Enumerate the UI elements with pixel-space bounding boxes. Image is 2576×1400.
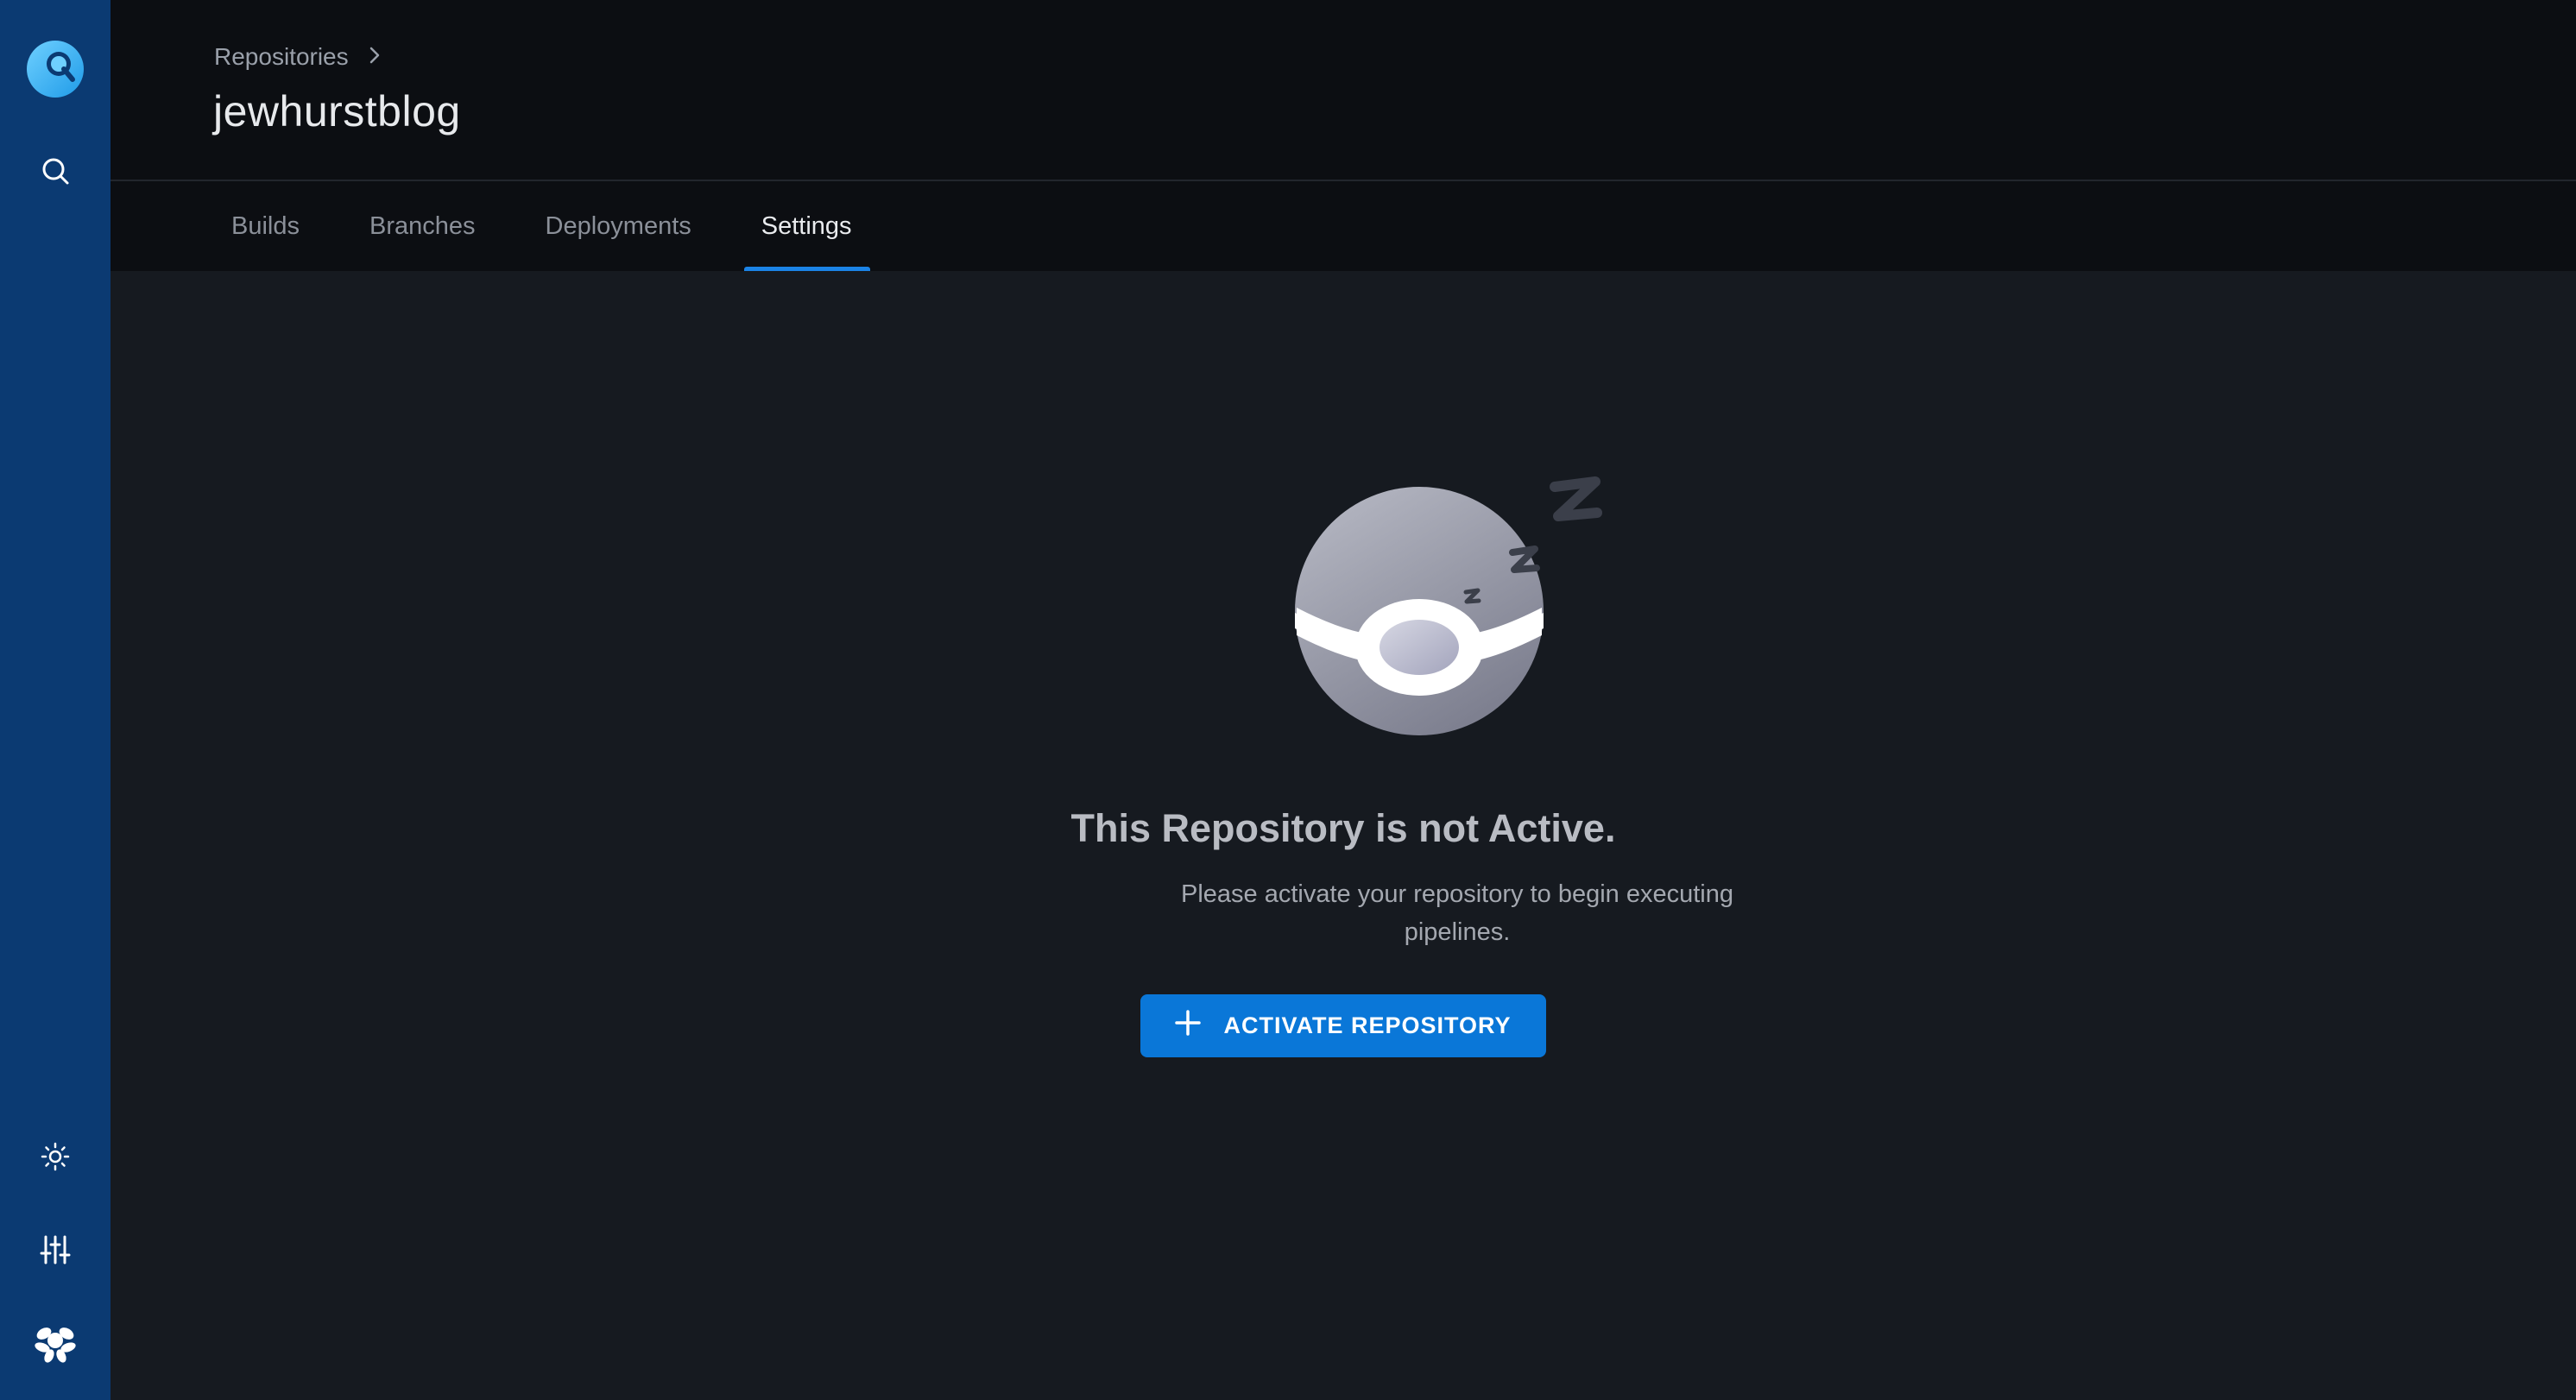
tab-branches[interactable]: Branches xyxy=(369,181,476,271)
settings-content: This Repository is not Active. Please ac… xyxy=(110,271,2576,1398)
sleeping-drone-icon xyxy=(1181,444,1664,754)
tab-label: Branches xyxy=(369,211,476,240)
app-root: Repositories jewhurstblog Builds Branche… xyxy=(0,0,2576,1400)
drone-logo-icon[interactable] xyxy=(26,40,85,98)
empty-state-title: This Repository is not Active. xyxy=(1070,806,1616,850)
avatar-icon[interactable] xyxy=(29,1317,81,1369)
tab-label: Builds xyxy=(231,211,300,240)
tab-builds[interactable]: Builds xyxy=(231,181,300,271)
tab-label: Settings xyxy=(761,211,852,240)
page-title: jewhurstblog xyxy=(213,87,461,136)
sun-icon[interactable] xyxy=(29,1131,81,1182)
plus-icon xyxy=(1175,1010,1202,1042)
main-area: Repositories jewhurstblog Builds Branche… xyxy=(110,0,2576,1400)
breadcrumb-repositories-link[interactable]: Repositories xyxy=(214,43,349,71)
empty-state-description: Please activate your repository to begin… xyxy=(1181,880,1733,946)
tab-deployments[interactable]: Deployments xyxy=(546,181,691,271)
tab-settings[interactable]: Settings xyxy=(743,181,870,271)
activate-button-label: ACTIVATE REPOSITORY xyxy=(1223,1012,1512,1038)
page-header: Repositories jewhurstblog xyxy=(110,0,2576,181)
breadcrumb: Repositories xyxy=(214,43,382,71)
sidebar xyxy=(0,0,110,1400)
tab-label: Deployments xyxy=(545,211,691,240)
sliders-icon[interactable] xyxy=(29,1224,81,1276)
chevron-right-icon xyxy=(368,43,382,71)
tab-bar: Builds Branches Deployments Settings xyxy=(110,181,2576,271)
activate-repository-button[interactable]: ACTIVATE REPOSITORY xyxy=(1140,994,1546,1057)
search-icon[interactable] xyxy=(29,145,81,197)
